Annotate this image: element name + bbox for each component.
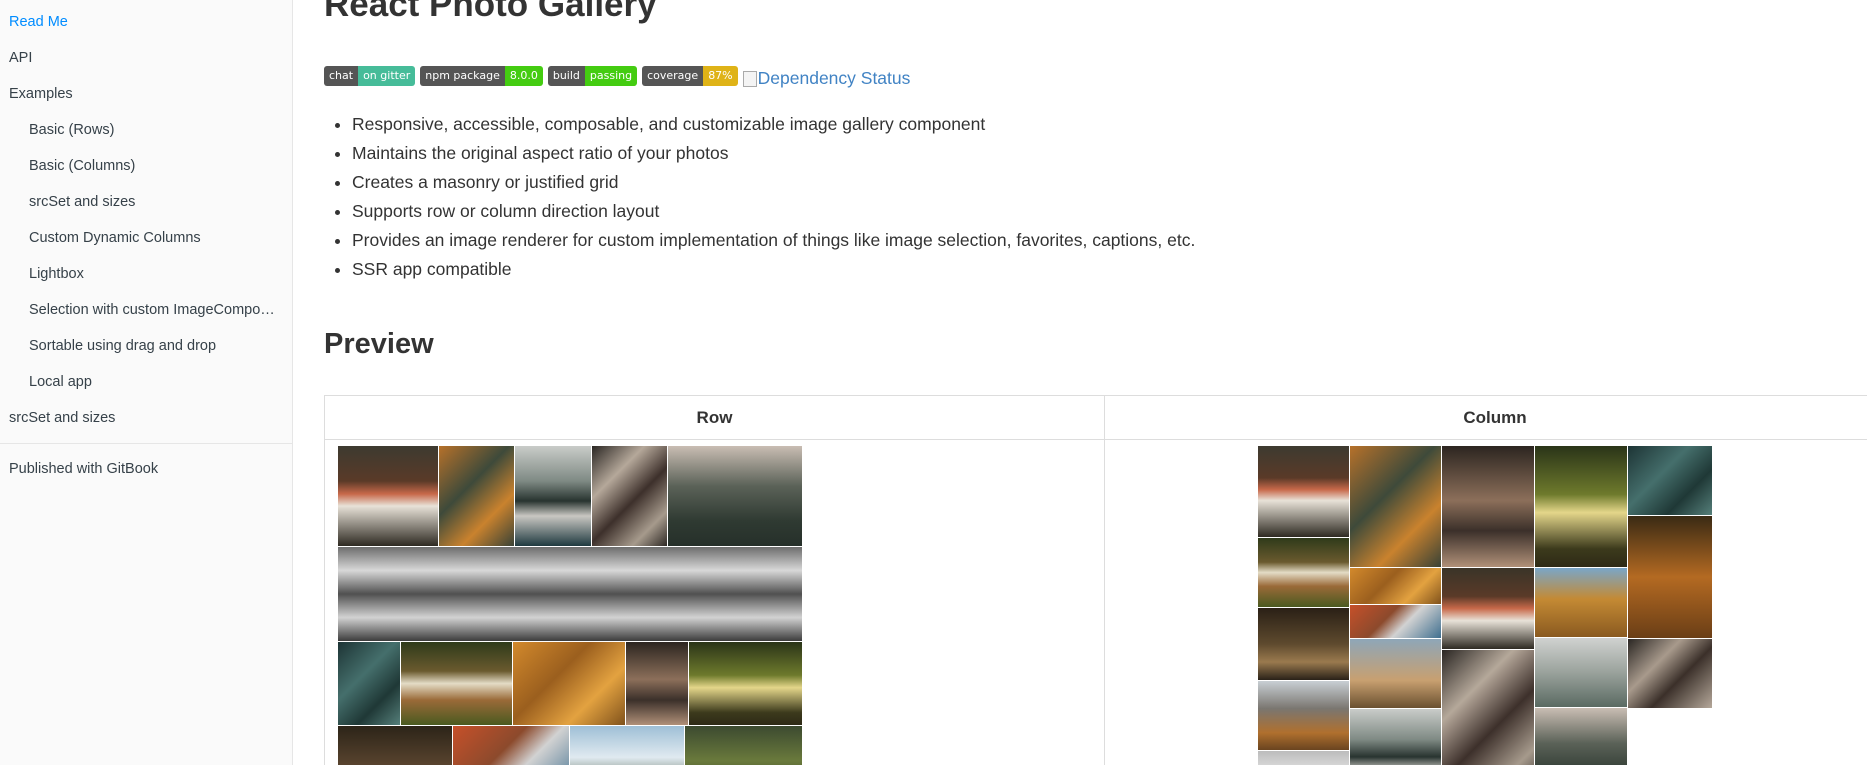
main-content: React Photo Gallery chat on gitter npm p… [294,0,1867,765]
feature-list: Responsive, accessible, composable, and … [324,110,1195,284]
list-item: Creates a masonry or justified grid [352,168,1195,197]
sidebar-item-basic-rows[interactable]: Basic (Rows) [29,121,114,139]
row-photo-pine-slope[interactable] [685,726,802,765]
row-photo-autumn-canopy[interactable] [513,642,625,725]
row-photo-autumn-forest[interactable] [439,446,514,546]
badge-value: passing [584,66,638,86]
preview-heading: Preview [324,328,434,360]
column-photo-dry-leaves[interactable] [1442,446,1534,567]
row-photo-dark-forest[interactable] [338,726,452,765]
list-item: Provides an image renderer for custom im… [352,226,1195,255]
column-photo-misty-lake[interactable] [1350,709,1441,765]
row-column-header: Row [696,408,733,427]
row-photo-acorn[interactable] [401,642,512,725]
row-photo-snowy-valley[interactable] [338,547,802,641]
column-photo-picnic[interactable] [1350,605,1441,638]
sidebar-item-basic-columns[interactable]: Basic (Columns) [29,157,135,175]
gitter-chat-badge[interactable]: chat on gitter [324,66,416,86]
column-photo-foggy-hill[interactable] [1535,708,1627,765]
badges-row: chat on gitter npm package 8.0.0 build p… [324,66,910,89]
npm-package-badge[interactable]: npm package 8.0.0 [420,66,543,86]
row-photo-ferns[interactable] [592,446,667,546]
list-item: Maintains the original aspect ratio of y… [352,139,1195,168]
sidebar-item-examples[interactable]: Examples [9,85,73,103]
column-photo-ferns-2[interactable] [1628,639,1712,708]
column-photo-forest-path[interactable] [1535,446,1627,567]
row-photo-picnic[interactable] [453,726,569,765]
page-title: React Photo Gallery [324,0,657,24]
column-photo-foggy-valley[interactable] [1535,638,1627,707]
column-divider [1104,396,1105,765]
sidebar-item-selection[interactable]: Selection with custom ImageCompo… [29,301,275,319]
sidebar-item-lightbox[interactable]: Lightbox [29,265,84,283]
sidebar: Read Me API Examples Basic (Rows) Basic … [0,0,293,765]
column-photo-ferns[interactable] [1442,650,1534,765]
row-photo-forest-path[interactable] [689,642,802,725]
column-photo-mushroom[interactable] [1258,446,1349,537]
badge-value: 87% [703,66,738,86]
row-photo-dry-leaves[interactable] [626,642,688,725]
column-photo-autumn-mountains[interactable] [1258,681,1349,750]
badge-value: on gitter [358,66,416,86]
badge-label: npm package [420,66,505,86]
sidebar-divider [0,443,292,444]
list-item: Supports row or column direction layout [352,197,1195,226]
sidebar-item-srcset-sizes[interactable]: srcSet and sizes [9,409,115,427]
build-status-badge[interactable]: build passing [547,66,638,86]
dependency-status-link[interactable]: Dependency Status [742,68,911,89]
list-item: Responsive, accessible, composable, and … [352,110,1195,139]
column-photo-teal-leaves[interactable] [1628,446,1712,515]
sidebar-item-srcset-sizes-example[interactable]: srcSet and sizes [29,193,135,211]
sidebar-item-read-me[interactable]: Read Me [9,13,68,31]
row-photo-teal-leaves[interactable] [338,642,400,725]
column-photo-cloud-peak[interactable] [1258,751,1349,765]
column-photo-acorn[interactable] [1258,538,1349,607]
badge-label: build [547,66,585,86]
published-with-gitbook-link[interactable]: Published with GitBook [9,460,158,478]
column-photo-autumn-canopy[interactable] [1350,568,1441,604]
sidebar-item-custom-dynamic-columns[interactable]: Custom Dynamic Columns [29,229,201,247]
sidebar-item-local-app[interactable]: Local app [29,373,92,391]
coverage-badge[interactable]: coverage 87% [642,66,738,86]
row-photo-mountain-sky[interactable] [570,726,684,765]
column-column-header: Column [1463,408,1527,427]
dependency-status-alt-text: Dependency Status [757,68,911,88]
row-photo-misty-lake[interactable] [515,446,591,546]
column-photo-blue-hills[interactable] [1350,639,1441,708]
badge-value: 8.0.0 [504,66,543,86]
sidebar-item-sortable[interactable]: Sortable using drag and drop [29,337,216,355]
column-photo-mushroom-2[interactable] [1442,568,1534,649]
column-photo-autumn-forest[interactable] [1350,446,1441,567]
column-photo-forest-road[interactable] [1258,608,1349,680]
list-item: SSR app compatible [352,255,1195,284]
row-photo-foggy-hill[interactable] [668,446,802,546]
badge-label: coverage [642,66,704,86]
badge-label: chat [324,66,359,86]
preview-table: Row Column [324,395,1867,765]
column-photo-larch-forest[interactable] [1628,516,1712,638]
row-photo-mushroom[interactable] [338,446,438,546]
column-photo-autumn-larches[interactable] [1535,568,1627,637]
sidebar-item-api[interactable]: API [9,49,32,67]
broken-image-icon [742,70,757,87]
